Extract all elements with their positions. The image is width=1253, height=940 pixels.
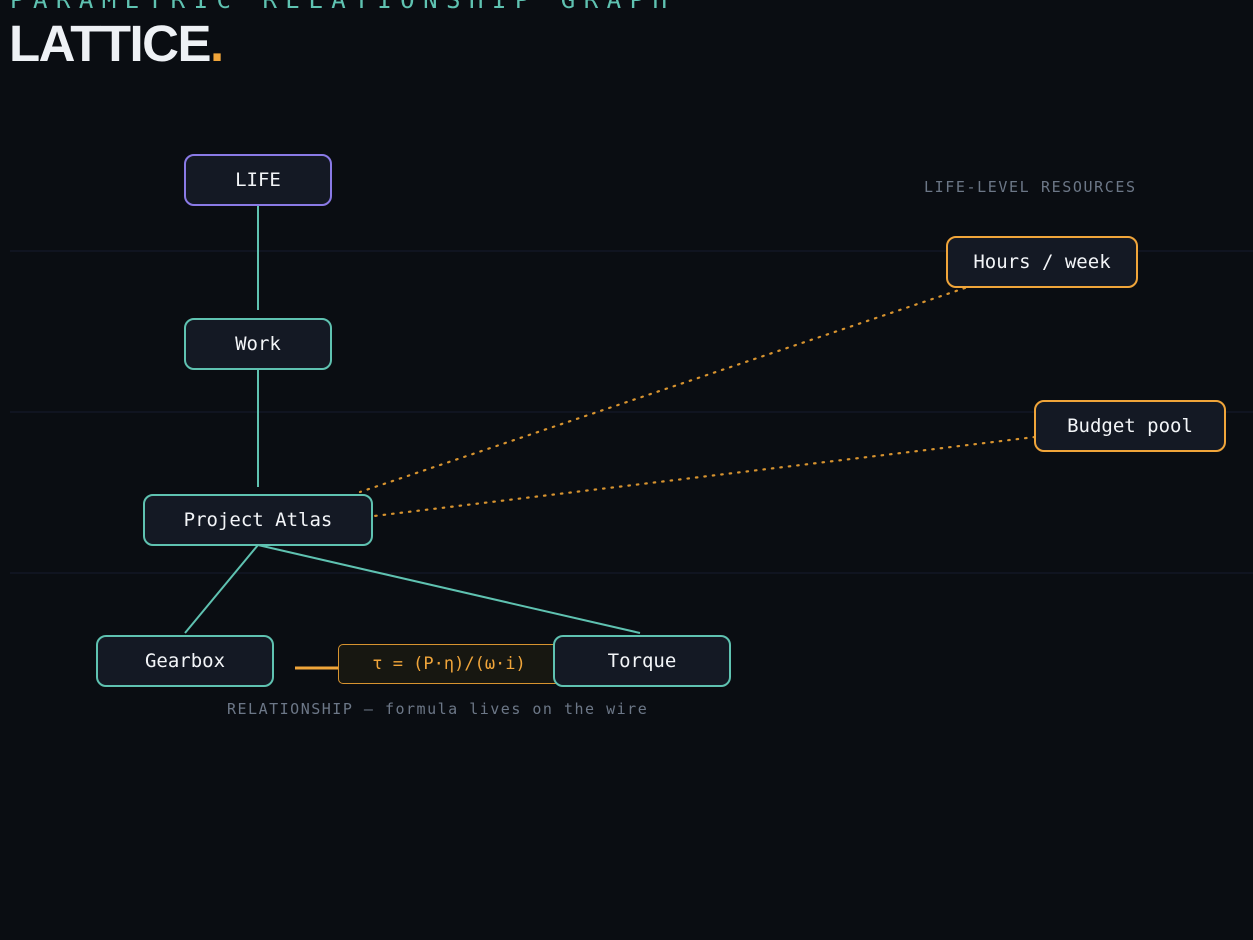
node-torque-label: Torque	[607, 650, 677, 672]
resource-hours-week[interactable]: Hours / week	[946, 236, 1138, 288]
node-gearbox-label: Gearbox	[144, 650, 226, 672]
graph-canvas: PARAMETRIC RELATIONSHIP GRAPH LATTICE. L…	[0, 0, 1253, 940]
node-gearbox[interactable]: Gearbox	[96, 635, 274, 687]
graph-wires	[10, 205, 1253, 670]
node-torque[interactable]: Torque	[553, 635, 731, 687]
relationship-caption: RELATIONSHIP — formula lives on the wire	[227, 700, 649, 718]
edge-hours-project	[358, 286, 967, 494]
edge-project-gearbox	[184, 544, 259, 634]
node-project-atlas-label: Project Atlas	[183, 509, 333, 531]
relationship-formula-chip[interactable]: τ = (P·η)/(ω·i)	[338, 644, 560, 684]
relationship-formula: τ = (P·η)/(ω·i)	[372, 654, 526, 674]
node-work[interactable]: Work	[184, 318, 332, 370]
node-project-atlas[interactable]: Project Atlas	[143, 494, 373, 546]
resource-budget-pool[interactable]: Budget pool	[1034, 400, 1226, 452]
resource-budget-pool-label: Budget pool	[1067, 415, 1193, 437]
node-work-label: Work	[235, 333, 281, 355]
edge-project-torque	[257, 544, 641, 634]
resource-hours-week-label: Hours / week	[973, 251, 1111, 273]
resources-section-label: LIFE-LEVEL RESOURCES	[924, 178, 1137, 196]
node-life-label: LIFE	[235, 169, 281, 191]
node-life[interactable]: LIFE	[184, 154, 332, 206]
edge-budget-project	[372, 435, 1037, 518]
